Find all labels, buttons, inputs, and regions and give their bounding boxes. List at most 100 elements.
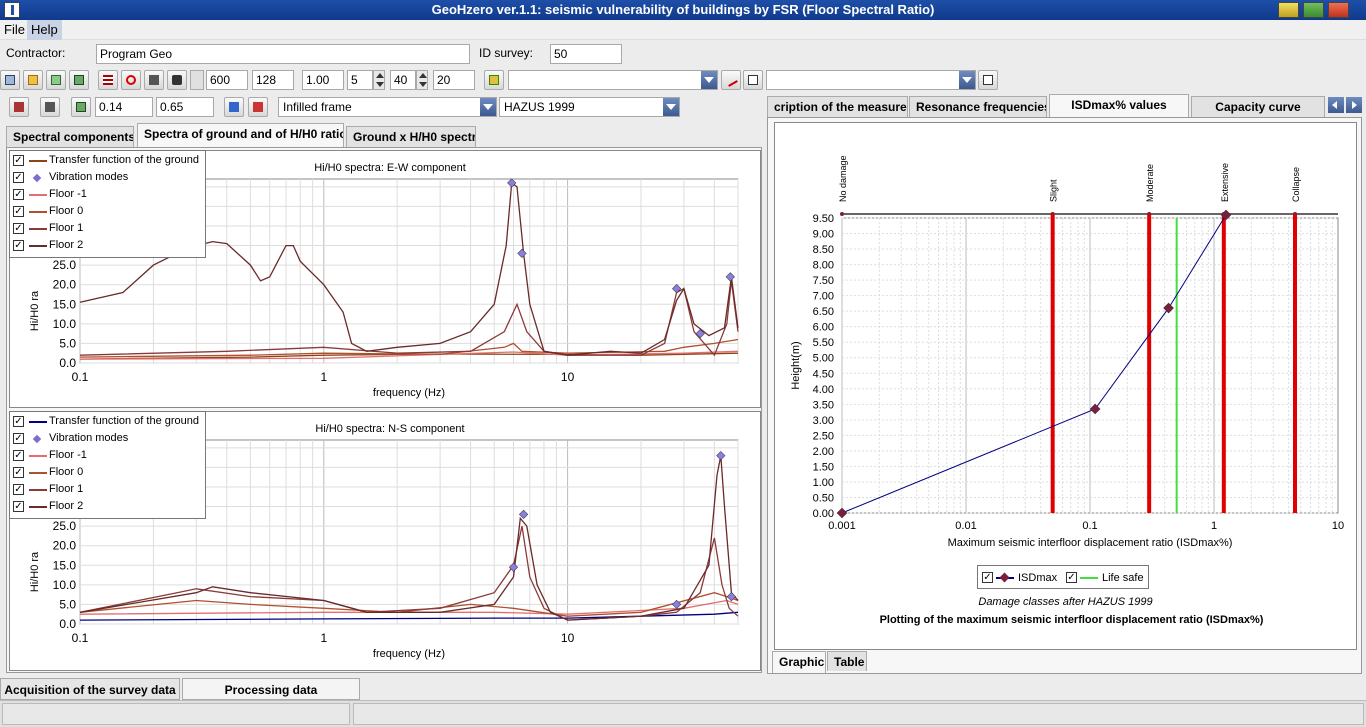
maximize-button[interactable] [1303, 2, 1324, 18]
isd-ytick: 3.00 [813, 415, 834, 427]
building-icon[interactable] [9, 97, 29, 117]
isd-xtick: 10 [1332, 520, 1344, 532]
ew-ytick: 25.0 [53, 258, 77, 272]
ew-ytick: 20.0 [53, 278, 77, 292]
menubar [0, 20, 1366, 40]
ew-xtick: 10 [561, 370, 575, 384]
param-field-c[interactable]: 20 [433, 70, 475, 90]
tab-processing[interactable]: Processing data [182, 678, 360, 700]
ew-legend-floor1-label: Floor 1 [49, 222, 84, 234]
menu-file[interactable]: File [0, 20, 29, 40]
window-title: GeoHzero ver.1.1: seismic vulnerability … [0, 0, 1366, 20]
upload-icon[interactable] [484, 70, 504, 90]
open-folder-icon[interactable] [23, 70, 43, 90]
isd-ytick: 7.50 [813, 275, 834, 287]
tab-acquisition[interactable]: Acquisition of the survey data [0, 678, 180, 700]
isd-ytick: 6.50 [813, 306, 834, 318]
file-combo-2[interactable] [766, 70, 976, 90]
id-survey-field[interactable]: 50 [550, 44, 622, 64]
file-combo-1[interactable] [508, 70, 718, 90]
ns-xtick: 10 [561, 631, 575, 645]
calculator-icon-2[interactable] [40, 97, 60, 117]
param-b-spinner[interactable] [416, 70, 428, 90]
ns-legend-modes-label: Vibration modes [49, 432, 129, 444]
ns-ytick: 15.0 [53, 558, 77, 572]
filter-icon[interactable] [98, 70, 118, 90]
arrow-out-icon[interactable] [248, 97, 268, 117]
damage-class-dot [840, 212, 844, 216]
damage-code-value: HAZUS 1999 [504, 100, 575, 114]
minimize-button[interactable] [1278, 2, 1299, 18]
isd-title: Plotting of the maximum seismic interflo… [879, 614, 1264, 626]
ew-ytick: 10.0 [53, 317, 77, 331]
tab-spectra-ground-hh0[interactable]: Spectra of ground and of H/H0 ratios [137, 123, 344, 147]
save-icon[interactable] [69, 70, 89, 90]
tab-isdmax-values[interactable]: ISDmax% values [1049, 94, 1189, 118]
tab-table[interactable]: Table [827, 651, 867, 671]
ratio-field-2[interactable]: 0.65 [156, 97, 214, 117]
export-icon[interactable] [46, 70, 66, 90]
calculator-icon[interactable] [144, 70, 164, 90]
isd-legend: ✓ ISDmax ✓ Life safe [977, 565, 1149, 589]
isd-xtick: 1 [1211, 520, 1217, 532]
isd-subtitle: Damage classes after HAZUS 1999 [978, 596, 1153, 608]
settings-dropdown[interactable] [190, 70, 204, 90]
ns-ytick: 25.0 [53, 519, 77, 533]
pen-icon[interactable] [721, 70, 741, 90]
ratio-field-1[interactable]: 0.14 [95, 97, 153, 117]
ns-title: Hi/H0 spectra: N-S component [315, 423, 464, 435]
tab-graphic[interactable]: Graphic [772, 651, 826, 673]
damage-class-label: Extensive [1220, 163, 1230, 202]
isd-ytick: 6.00 [813, 322, 834, 334]
isd-ytick: 8.50 [813, 244, 834, 256]
status-pane-2 [353, 703, 1364, 725]
ew-ylabel: Hi/H0 ra [29, 290, 41, 331]
damage-class-label: Moderate [1145, 164, 1155, 202]
window-length-field[interactable]: 600 [206, 70, 248, 90]
ns-ytick: 20.0 [53, 539, 77, 553]
smoothing-field[interactable]: 128 [252, 70, 294, 90]
isd-xtick: 0.01 [955, 520, 976, 532]
new-file-icon[interactable] [0, 70, 20, 90]
ns-legend-floor-m1-label: Floor -1 [49, 449, 87, 461]
settings-icon[interactable] [167, 70, 187, 90]
contractor-field[interactable]: Program Geo [96, 44, 470, 64]
isd-legend-lifesafe-label: Life safe [1102, 572, 1144, 584]
tab-ground-x-hh0[interactable]: Ground x H/H0 spectra [346, 126, 476, 148]
isd-legend-isdmax-label: ISDmax [1018, 572, 1058, 584]
isd-xtick: 0.1 [1082, 520, 1097, 532]
ew-ytick: 15.0 [53, 297, 77, 311]
menu-help[interactable]: Help [27, 20, 62, 40]
print-icon-2[interactable] [978, 70, 998, 90]
tab-spectral-components[interactable]: Spectral components [6, 126, 134, 148]
save-icon-2[interactable] [71, 97, 91, 117]
damage-class-label: No damage [838, 155, 848, 202]
param-a-spinner[interactable] [373, 70, 385, 90]
arrow-in-icon[interactable] [224, 97, 244, 117]
isd-ytick: 1.00 [813, 477, 834, 489]
tab-description[interactable]: cription of the measureme [767, 96, 908, 118]
ns-legend-floor2-label: Floor 2 [49, 500, 84, 512]
app-icon [4, 2, 20, 18]
ew-ytick: 5.0 [59, 336, 76, 350]
param-field-a[interactable]: 5 [347, 70, 373, 90]
ns-legend-transfer-label: Transfer function of the ground [49, 415, 200, 427]
ns-xtick: 1 [320, 631, 327, 645]
print-icon[interactable] [743, 70, 763, 90]
isd-xtick: 0.001 [828, 520, 856, 532]
structure-type-select[interactable]: Infilled frame [278, 97, 497, 117]
param-field-b[interactable]: 40 [390, 70, 416, 90]
isd-ytick: 0.50 [813, 492, 834, 504]
damage-class-label: Collapse [1291, 167, 1301, 202]
tab-capacity-curve[interactable]: Capacity curve [1191, 96, 1325, 118]
isd-ytick: 5.00 [813, 353, 834, 365]
overlap-field[interactable]: 1.00 [302, 70, 344, 90]
isd-ytick: 9.50 [813, 213, 834, 225]
tab-scroll-right-icon[interactable] [1346, 97, 1362, 113]
tab-resonance-frequencies[interactable]: Resonance frequencies [909, 96, 1047, 118]
damage-code-select[interactable]: HAZUS 1999 [499, 97, 680, 117]
close-button[interactable] [1328, 2, 1349, 18]
isd-ytick: 4.50 [813, 368, 834, 380]
stop-icon[interactable] [121, 70, 141, 90]
tab-scroll-left-icon[interactable] [1328, 97, 1344, 113]
